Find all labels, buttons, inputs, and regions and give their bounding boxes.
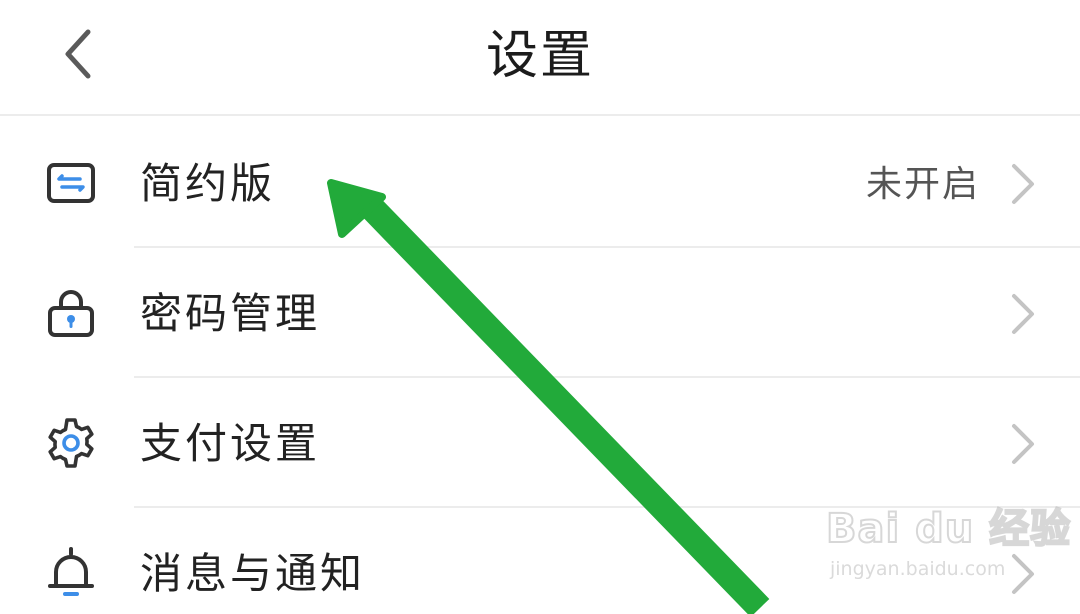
- settings-row-value: 未开启: [865, 164, 980, 205]
- settings-row-label: 消息与通知: [140, 549, 366, 598]
- chevron-right-icon: [1012, 554, 1034, 594]
- chevron-right-icon: [1012, 164, 1034, 204]
- settings-row-notifications[interactable]: 消息与通知: [0, 508, 1080, 614]
- simple-mode-icon: [47, 163, 95, 203]
- gear-icon: [48, 418, 94, 468]
- settings-screen: 设置 简约版 未开启 密码管理 支付设置 消息与通知 Bai du 经验 jin…: [0, 0, 1080, 614]
- settings-row-label: 简约版: [140, 159, 276, 208]
- settings-row-label: 支付设置: [140, 419, 321, 468]
- nav-bar: 设置: [0, 0, 1080, 116]
- bell-icon: [48, 547, 94, 596]
- settings-row-password[interactable]: 密码管理: [0, 248, 1080, 378]
- settings-row-payment[interactable]: 支付设置: [0, 378, 1080, 508]
- settings-list: 简约版 未开启 密码管理 支付设置 消息与通知: [0, 118, 1080, 614]
- lock-icon: [48, 290, 94, 337]
- page-title: 设置: [485, 26, 594, 86]
- chevron-right-icon: [1012, 424, 1034, 464]
- settings-row-simple-mode[interactable]: 简约版 未开启: [0, 118, 1080, 248]
- settings-row-label: 密码管理: [140, 289, 321, 338]
- chevron-right-icon: [1012, 294, 1034, 334]
